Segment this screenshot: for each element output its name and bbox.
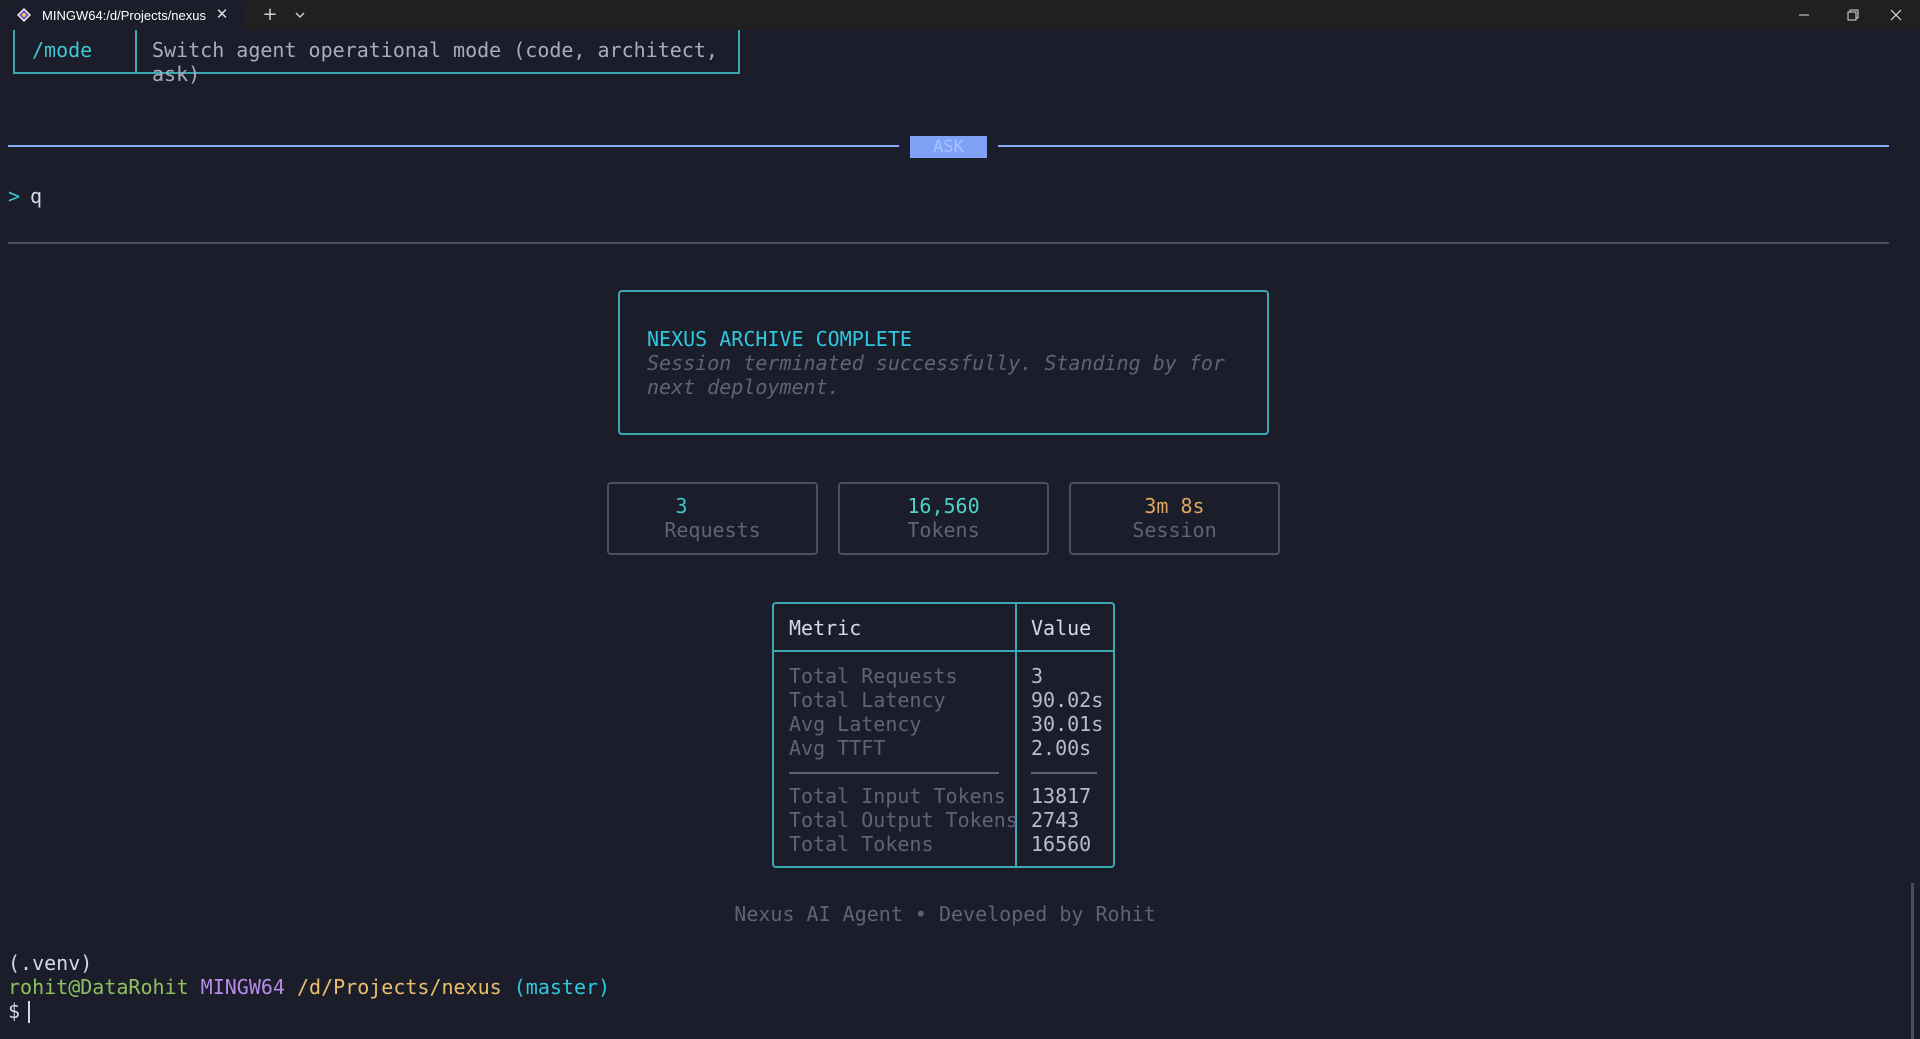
section-divider — [8, 242, 1889, 244]
archive-subtitle: Session terminated successfully. Standin… — [647, 351, 1225, 399]
shell-path: /d/Projects/nexus — [297, 975, 502, 999]
metric-name: Total Output Tokens — [789, 808, 1018, 832]
footer-credit: Nexus AI Agent • Developed by Rohit — [734, 902, 1156, 926]
metrics-header-value: Value — [1031, 616, 1092, 640]
terminal-tab[interactable]: MINGW64:/d/Projects/nexus ✕ — [0, 0, 244, 30]
mode-rule-left — [8, 145, 899, 147]
terminal-output[interactable]: /mode Switch agent operational mode (cod… — [0, 30, 1920, 1039]
metric-name: Total Input Tokens — [789, 784, 1006, 808]
metric-value: 13817 — [1031, 784, 1092, 808]
table-row: Total Output Tokens 2743 — [774, 808, 1113, 832]
metric-value: 2.00s — [1031, 736, 1092, 760]
stat-label: Tokens — [907, 518, 980, 542]
table-row: Total Latency 90.02s — [774, 688, 1113, 712]
stat-card-tokens: 16,560 Tokens — [838, 482, 1049, 555]
metrics-table: Metric Value Total Requests 3 Total Late… — [772, 602, 1115, 868]
tab-title: MINGW64:/d/Projects/nexus — [42, 7, 206, 23]
command-table: /mode Switch agent operational mode (cod… — [13, 30, 740, 86]
archive-title: NEXUS ARCHIVE COMPLETE — [647, 327, 912, 351]
metric-name: Avg Latency — [789, 712, 922, 736]
command-name: /mode — [32, 38, 93, 62]
stat-label: Requests — [664, 518, 761, 542]
stat-card-session: 3m 8s Session — [1069, 482, 1280, 555]
section-divider — [789, 772, 999, 774]
table-row: Total Input Tokens 13817 — [774, 784, 1113, 808]
stat-value: 3 — [675, 494, 688, 518]
plus-icon[interactable]: + — [260, 5, 280, 25]
scrollbar-thumb[interactable] — [1911, 883, 1914, 1039]
metric-name: Avg TTFT — [789, 736, 886, 760]
text-cursor[interactable] — [28, 1001, 30, 1023]
shell-prompt: rohit@DataRohit MINGW64 /d/Projects/nexu… — [8, 975, 610, 999]
table-row: Avg Latency 30.01s — [774, 712, 1113, 736]
shell-branch: (master) — [513, 975, 611, 999]
metric-value: 16560 — [1031, 832, 1092, 856]
close-icon[interactable]: ✕ — [214, 6, 230, 22]
prompt-arrow: > — [8, 184, 21, 208]
table-row: Total Requests 3 — [774, 664, 1113, 688]
shell-user: rohit@DataRohit — [8, 975, 189, 999]
window-close-icon[interactable] — [1874, 0, 1918, 30]
minimize-icon[interactable] — [1782, 0, 1826, 30]
table-row: Total Tokens 16560 — [774, 832, 1113, 856]
prompt-input-text: q — [30, 184, 43, 208]
command-description: Switch agent operational mode (code, arc… — [152, 38, 718, 86]
metric-name: Total Latency — [789, 688, 946, 712]
metric-value: 90.02s — [1031, 688, 1104, 712]
maximize-icon[interactable] — [1829, 0, 1873, 30]
archive-panel: NEXUS ARCHIVE COMPLETE Session terminate… — [618, 290, 1269, 435]
header-divider — [774, 650, 1113, 652]
section-divider — [1031, 772, 1097, 774]
metric-name: Total Requests — [789, 664, 958, 688]
mode-badge: ASK — [910, 136, 987, 158]
prompt-symbol: $ — [8, 999, 21, 1023]
stat-label: Session — [1132, 518, 1217, 542]
chevron-down-icon[interactable] — [290, 5, 310, 25]
stat-card-requests: 3 Requests — [607, 482, 818, 555]
shell-host: MINGW64 — [200, 975, 285, 999]
stat-value: 3m 8s — [1144, 494, 1205, 518]
venv-indicator: (.venv) — [8, 951, 93, 975]
table-row: Avg TTFT 2.00s — [774, 736, 1113, 760]
git-bash-icon — [17, 8, 31, 22]
stat-value: 16,560 — [907, 494, 980, 518]
title-bar: MINGW64:/d/Projects/nexus ✕ + — [0, 0, 1920, 30]
metric-value: 2743 — [1031, 808, 1080, 832]
metric-name: Total Tokens — [789, 832, 934, 856]
metrics-header-metric: Metric — [789, 616, 862, 640]
mode-rule-right — [998, 145, 1889, 147]
metric-value: 30.01s — [1031, 712, 1104, 736]
metric-value: 3 — [1031, 664, 1044, 688]
column-divider — [135, 30, 137, 74]
